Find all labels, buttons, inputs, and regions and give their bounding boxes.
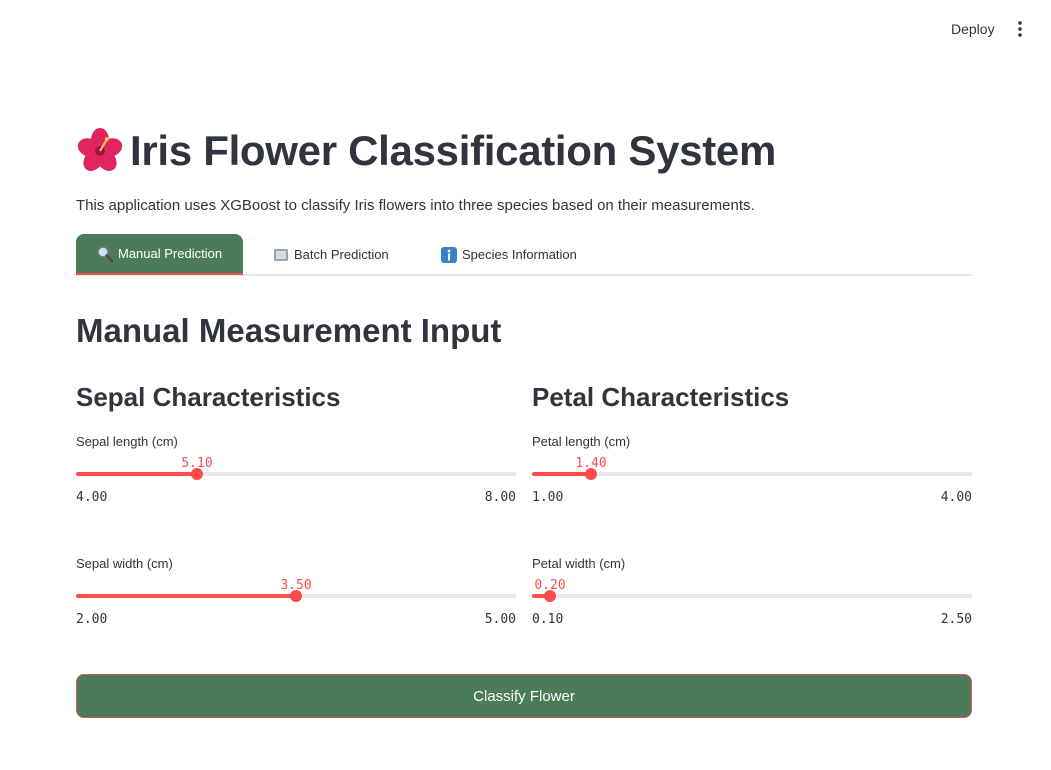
slider-thumb[interactable] [585, 468, 597, 480]
section-title: Manual Measurement Input [76, 312, 502, 349]
slider-min: 0.10 [532, 612, 564, 627]
petal-length-slider[interactable]: Petal length (cm) 1.40 1.00 4.00 [532, 434, 972, 514]
slider-fill [76, 472, 197, 476]
slider-label: Petal length (cm) [532, 434, 631, 449]
slider-min: 4.00 [76, 490, 108, 505]
slider-min: 2.00 [76, 612, 108, 627]
tab-label: Manual Prediction [118, 246, 223, 261]
slider-max: 4.00 [940, 490, 972, 505]
classify-flower-button[interactable]: Classify Flower [76, 674, 972, 718]
slider-label: Sepal width (cm) [76, 556, 173, 571]
petal-column: Petal Characteristics Petal length (cm) … [532, 380, 972, 627]
slider-min: 1.00 [532, 490, 564, 505]
sepal-width-slider[interactable]: Sepal width (cm) 3.50 2.00 5.00 [76, 556, 516, 636]
slider-max: 8.00 [484, 490, 516, 505]
deploy-button[interactable]: Deploy [939, 19, 1007, 39]
slider-track[interactable] [532, 472, 972, 476]
app-description: This application uses XGBoost to classif… [76, 197, 755, 214]
tab-species-information[interactable]: Species Information [440, 234, 577, 275]
folder-icon [274, 248, 288, 261]
slider-track[interactable] [532, 594, 972, 598]
tab-batch-prediction[interactable]: Batch Prediction [272, 234, 389, 275]
slider-thumb[interactable] [290, 590, 302, 602]
slider-thumb[interactable] [191, 468, 203, 480]
slider-max: 2.50 [940, 612, 972, 627]
slider-fill [532, 472, 591, 476]
top-bar: Deploy [0, 0, 1051, 56]
slider-max: 5.00 [484, 612, 516, 627]
sepal-title: Sepal Characteristics [76, 382, 341, 412]
magnifier-icon [97, 245, 114, 262]
tab-manual-prediction[interactable]: Manual Prediction [76, 234, 243, 275]
slider-thumb[interactable] [544, 590, 556, 602]
slider-label: Sepal length (cm) [76, 434, 178, 449]
sepal-length-slider[interactable]: Sepal length (cm) 5.10 4.00 8.00 [76, 434, 516, 514]
slider-label: Petal width (cm) [532, 556, 626, 571]
petal-title: Petal Characteristics [532, 382, 790, 412]
sepal-column: Sepal Characteristics Sepal length (cm) … [76, 380, 516, 627]
tab-bar: Manual Prediction Batch Prediction Speci… [76, 234, 972, 276]
slider-fill [76, 594, 296, 598]
tab-label: Species Information [462, 247, 577, 262]
info-icon [441, 246, 457, 263]
petal-width-slider[interactable]: Petal width (cm) 0.20 0.10 2.50 [532, 556, 972, 636]
page-title: Iris Flower Classification System [130, 127, 777, 174]
hibiscus-icon [77, 128, 123, 171]
page-header: Iris Flower Classification System [76, 124, 776, 178]
more-vertical-icon[interactable] [1010, 19, 1030, 39]
tab-label: Batch Prediction [294, 247, 389, 262]
